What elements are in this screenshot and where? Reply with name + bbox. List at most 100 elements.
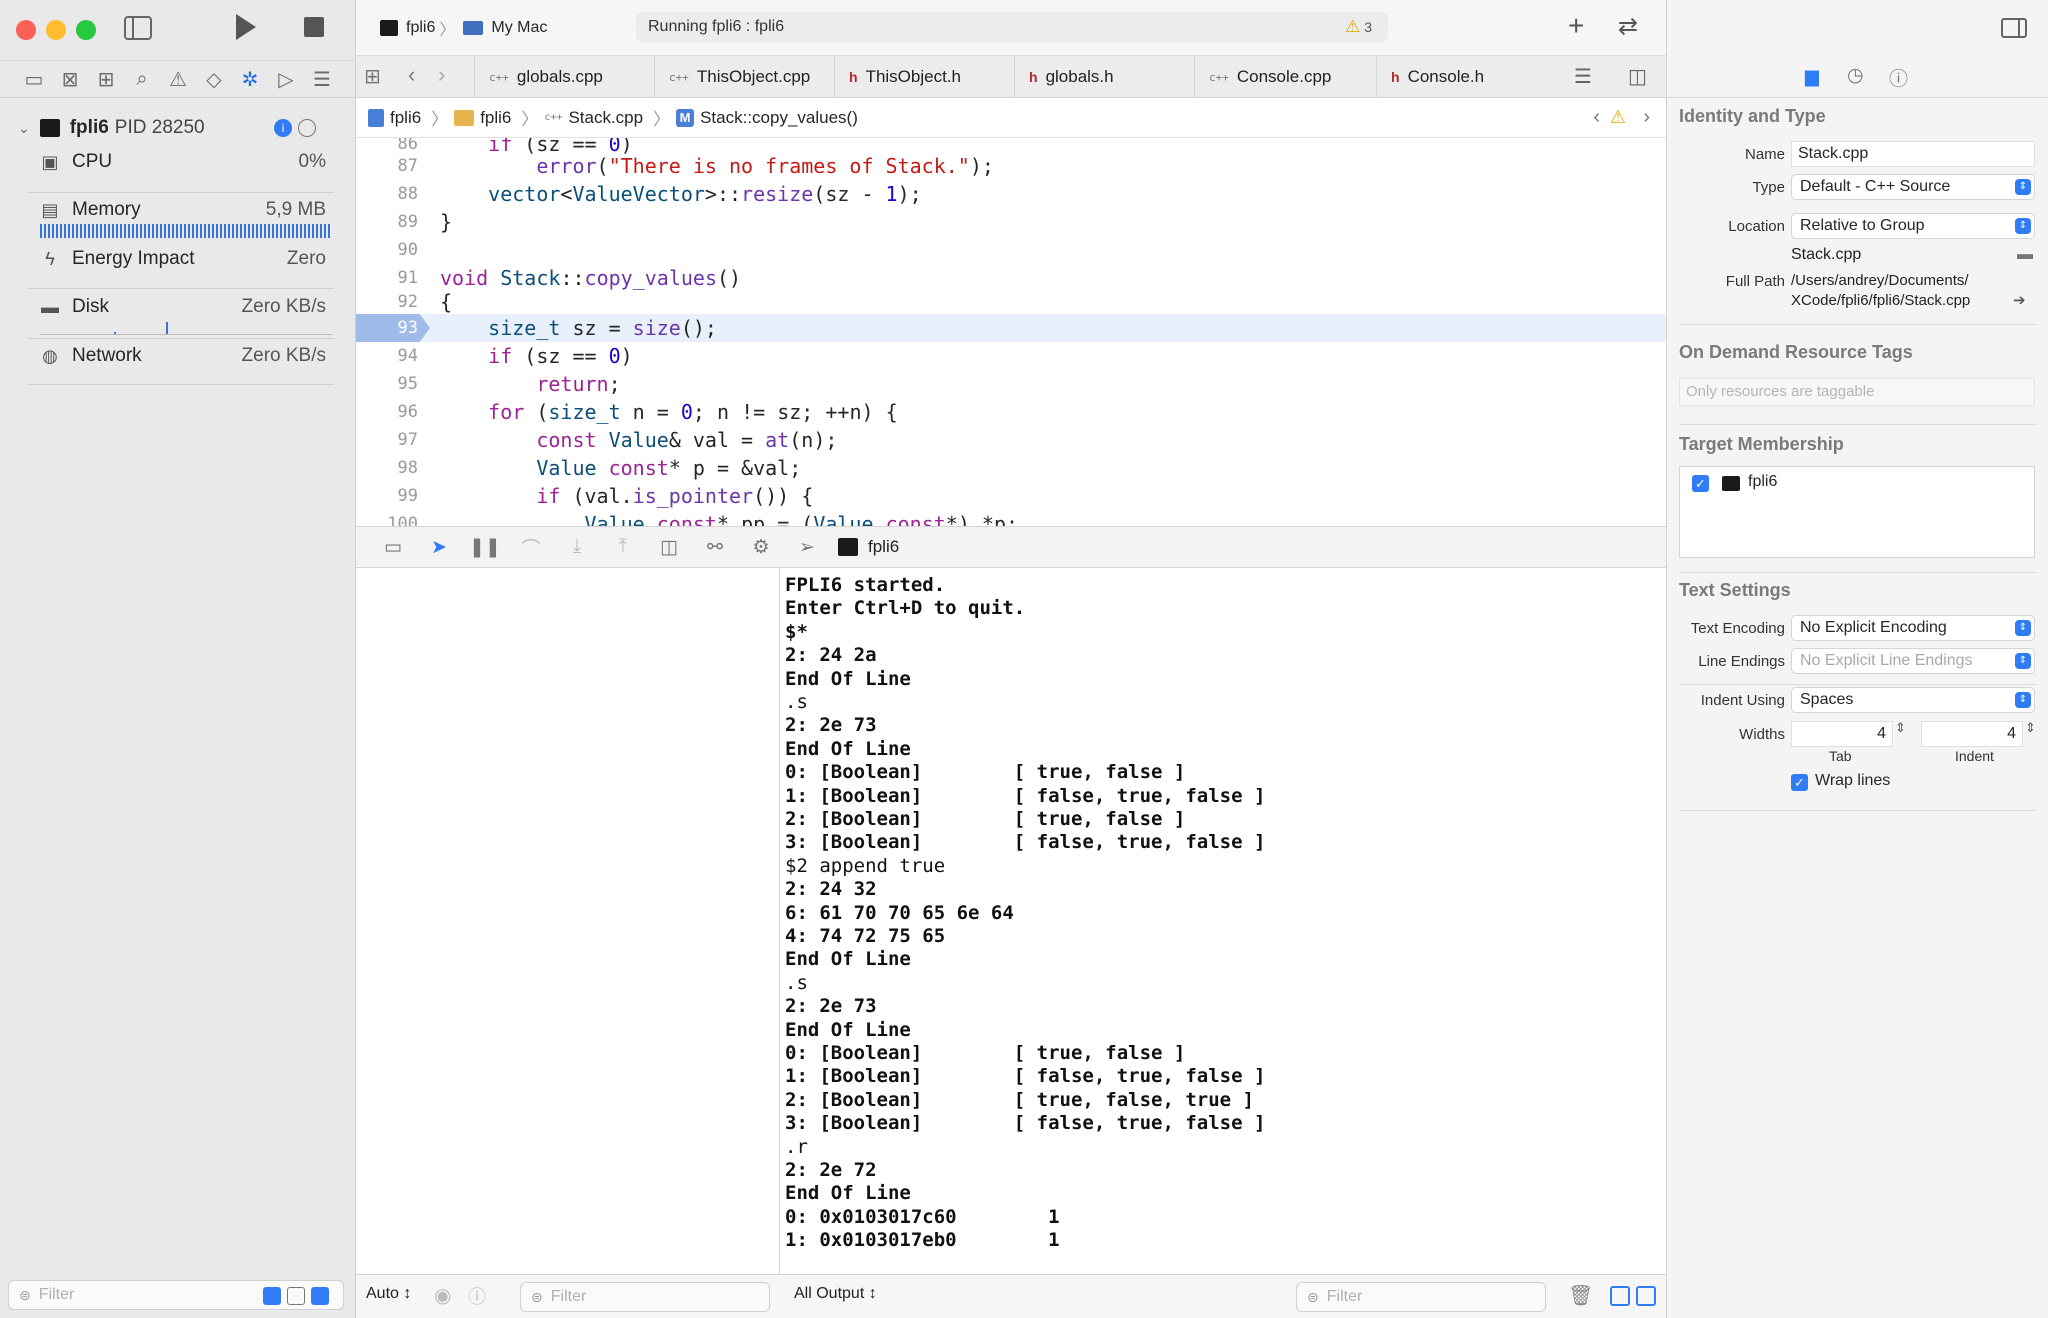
info-circle-icon[interactable]: ⓘ [468,1283,486,1309]
swap-arrows-icon[interactable]: ⇄ [1618,12,1638,41]
breadcrumb-file[interactable]: Stack.cpp [568,108,643,128]
warning-triangle-icon[interactable]: ⚠ [1610,107,1626,128]
location-popup[interactable]: Relative to Group ⇕ [1791,213,2035,239]
forward-chevron-icon[interactable]: › [438,62,445,88]
environment-overrides-icon[interactable]: ⚙ [738,536,784,559]
history-clock-icon[interactable]: ◷ [1847,64,1864,87]
inspector-toggle-icon[interactable] [2001,18,2027,38]
type-popup[interactable]: Default - C++ Source ⇕ [1791,174,2035,200]
stop-button[interactable] [304,17,324,37]
breadcrumb-project[interactable]: fpli6 [390,108,421,128]
filter-option-icon[interactable] [287,1287,305,1305]
issue-warning-icon[interactable]: ⚠ [164,67,192,92]
editor-options-icon[interactable]: ☰ [1574,64,1592,89]
target-checkbox[interactable]: ✓ [1692,475,1709,492]
navigator-filter-field[interactable]: ⊜ Filter [8,1280,344,1310]
code-line: 90 [397,240,418,260]
breadcrumb-symbol[interactable]: Stack::copy_values() [700,108,858,128]
target-membership-header: Target Membership [1679,434,1844,454]
console-filter-field[interactable]: ⊜ Filter [1296,1282,1546,1312]
source-control-icon[interactable]: ⊠ [56,67,84,92]
gauge-disk[interactable]: ▬ Disk Zero KB/s [0,287,356,327]
debug-navigator-icon[interactable]: ✲ [236,67,264,92]
eye-icon[interactable]: ◉ [434,1283,451,1308]
previous-issue-chevron-icon[interactable]: ‹ [1593,106,1600,129]
gauge-label: Energy Impact [72,248,195,269]
sidebar-toggle-icon[interactable] [124,16,152,40]
tab-thisobject-h[interactable]: h ThisObject.h [834,56,1014,98]
report-icon[interactable]: ☰ [308,67,336,92]
console-output[interactable]: FPLI6 started. Enter Ctrl+D to quit. $* 2: … [780,568,1666,1274]
back-chevron-icon[interactable]: ‹ [408,62,415,88]
chevron-right-icon: 〉 [439,22,456,39]
name-field[interactable]: Stack.cpp [1791,141,2035,167]
breakpoints-toggle-icon[interactable]: ➤ [416,536,462,559]
disclosure-chevron-icon[interactable]: ⌄ [18,120,30,137]
encoding-popup[interactable]: No Explicit Encoding ⇕ [1791,615,2035,641]
pause-process-icon[interactable] [298,119,316,137]
gauge-network[interactable]: ◍ Network Zero KB/s [0,336,356,376]
show-console-icon[interactable] [1636,1286,1656,1306]
simulate-location-icon[interactable]: ➢ [784,536,830,559]
split-editor-icon[interactable]: ◫ [1628,64,1647,89]
trash-icon[interactable]: 🗑 [1568,1283,1593,1308]
zoom-window-button[interactable] [76,20,96,40]
help-question-icon[interactable]: ⓘ [1889,64,1908,91]
gauge-energy[interactable]: ϟ Energy Impact Zero [0,239,356,279]
location-file: Stack.cpp [1791,246,1862,263]
filter-option-icon[interactable] [311,1287,329,1305]
run-button[interactable] [236,14,256,40]
tab-console-h[interactable]: h Console.h [1376,56,1560,98]
tab-thisobject-cpp[interactable]: c++ ThisObject.cpp [654,56,834,98]
hide-debug-area-icon[interactable]: ▭ [370,536,416,559]
step-out-icon[interactable]: ⤒ [600,536,646,558]
activity-status-bar[interactable]: Running fpli6 : fpli6 ⚠ 3 [636,12,1388,42]
indent-width-field[interactable]: 4 [1921,721,2023,747]
warning-counter[interactable]: ⚠ 3 [1345,12,1372,42]
related-items-grid-icon[interactable]: ⊞ [364,64,381,89]
memory-graph-icon[interactable]: ⚯ [692,536,738,559]
tab-width-field[interactable]: 4 [1791,721,1893,747]
indent-using-popup[interactable]: Spaces ⇕ [1791,687,2035,713]
console-output-popup[interactable]: All Output ↕ [794,1285,877,1303]
line-endings-popup[interactable]: No Explicit Line Endings ⇕ [1791,648,2035,674]
resource-tags-field[interactable]: Only resources are taggable [1679,378,2035,406]
info-icon[interactable]: i [274,119,292,137]
source-editor[interactable]: 86 if (sz == 0) 87 error("There is no fr… [356,138,1666,526]
choose-folder-icon[interactable]: ▬ [2017,246,2033,264]
show-variables-icon[interactable] [1610,1286,1630,1306]
file-inspector-icon[interactable]: ▆ [1805,66,1819,87]
tab-globals-cpp[interactable]: c++ globals.cpp [474,56,654,98]
search-icon[interactable]: ⌕ [128,68,156,91]
tab-label: ThisObject.h [865,67,961,86]
tab-globals-h[interactable]: h globals.h [1014,56,1194,98]
gauge-cpu[interactable]: ▣ CPU 0% [0,142,356,182]
close-window-button[interactable] [16,20,36,40]
folder-icon[interactable]: ▭ [20,67,48,92]
project-icon [368,108,384,127]
add-plus-icon[interactable]: + [1568,10,1584,42]
filter-option-icon[interactable] [263,1287,281,1305]
next-issue-chevron-icon[interactable]: › [1643,106,1650,129]
symbol-navigator-icon[interactable]: ⊞ [92,67,120,92]
pause-icon[interactable]: ❚❚ [462,536,508,559]
wrap-lines-checkbox[interactable]: ✓ [1791,774,1808,791]
view-hierarchy-icon[interactable]: ◫ [646,536,692,559]
tab-label: globals.h [1045,67,1114,86]
step-into-icon[interactable]: ⤓ [554,536,600,558]
debug-process-label[interactable]: fpli6 [868,537,899,557]
variables-filter-field[interactable]: ⊜ Filter [520,1282,770,1312]
minimize-window-button[interactable] [46,20,66,40]
indent-width-stepper[interactable]: ⇕ [2025,720,2036,736]
breakpoint-icon[interactable]: ▷ [272,67,300,92]
variables-view[interactable] [356,568,780,1274]
step-over-icon[interactable]: ⌒ [508,534,554,561]
tab-console-cpp[interactable]: c++ Console.cpp [1194,56,1376,98]
reveal-in-finder-arrow-icon[interactable]: ➔ [2013,291,2026,309]
terminal-app-icon [838,538,858,556]
tab-width-stepper[interactable]: ⇕ [1895,720,1906,736]
variables-scope-popup[interactable]: Auto ↕ [366,1285,411,1303]
scheme-selector[interactable]: fpli6 〉 My Mac [380,16,547,40]
breadcrumb-group[interactable]: fpli6 [480,108,511,128]
test-diamond-icon[interactable]: ◇ [200,67,228,92]
